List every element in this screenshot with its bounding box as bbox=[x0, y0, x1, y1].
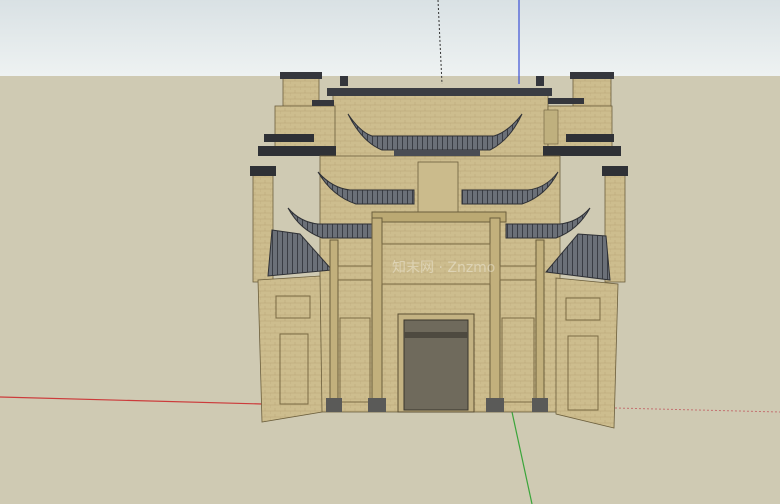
watermark-text: 知末网 · Znzmo bbox=[392, 259, 495, 276]
sketchup-viewport[interactable]: 知末网 · Znzmo bbox=[0, 0, 780, 504]
model-canvas[interactable]: 知末网 · Znzmo bbox=[0, 0, 780, 504]
right-wing-wall bbox=[555, 277, 619, 429]
axis-blue-dotted bbox=[437, 0, 443, 85]
axis-red-dotted bbox=[614, 407, 780, 413]
axis-red bbox=[0, 396, 263, 405]
main-doorway[interactable] bbox=[397, 313, 475, 413]
axis-green bbox=[511, 411, 533, 504]
left-wing-wall bbox=[257, 275, 323, 423]
